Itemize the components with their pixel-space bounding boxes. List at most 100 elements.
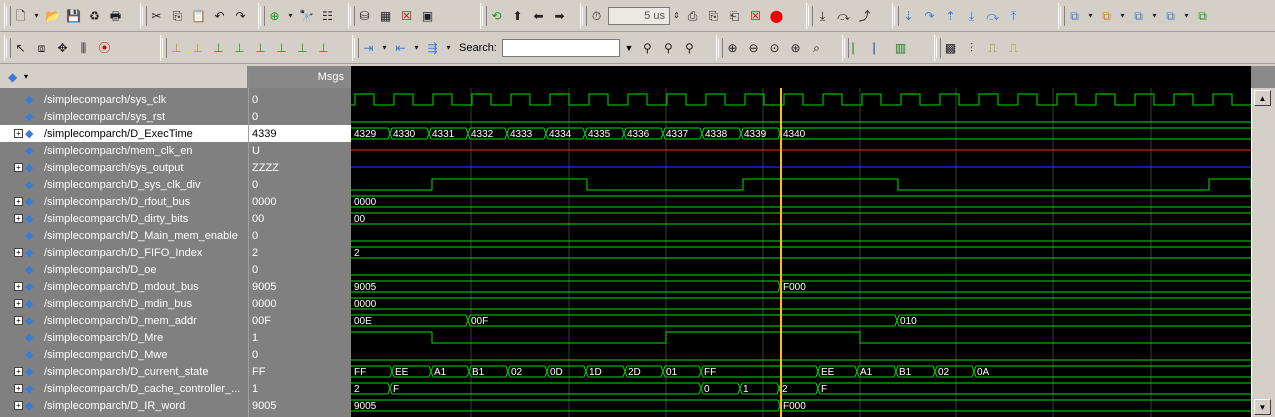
zoom-range-icon[interactable]: ⌕ [807, 38, 826, 58]
signal-row[interactable]: + ◆ /simplecomparch/D_rfout_bus [0, 193, 248, 210]
chevron-down-icon[interactable]: ▾ [412, 38, 421, 58]
signal-value-row[interactable]: 0 [249, 108, 351, 125]
expand-icon[interactable]: + [14, 197, 23, 206]
zoom-in-icon[interactable]: ⊕ [723, 38, 742, 58]
signal-row[interactable]: ◆ /simplecomparch/sys_rst [0, 108, 248, 125]
find-marker-icon[interactable]: ⇶ [423, 38, 442, 58]
signal-row[interactable]: + ◆ /simplecomparch/D_dirty_bits [0, 210, 248, 227]
cursor-icon[interactable]: ⎸ [849, 38, 868, 58]
break-run-icon[interactable]: ☒ [746, 6, 765, 26]
edge-icon[interactable]: ⊥ [293, 38, 312, 58]
chevron-down-icon[interactable]: ▾ [286, 6, 295, 26]
zoom-cursor-icon[interactable]: ⊛ [786, 38, 805, 58]
zoom-full-icon[interactable]: ⊙ [765, 38, 784, 58]
continue-icon[interactable]: ⎘ [704, 6, 723, 26]
align-icon[interactable]: ⫼ [74, 38, 93, 58]
expand-icon[interactable]: + [14, 299, 23, 308]
run-time-field[interactable]: 5 us [608, 7, 670, 25]
expand-icon[interactable]: + [14, 401, 23, 410]
step-forward-icon[interactable]: ➡ [550, 6, 569, 26]
signal-row[interactable]: + ◆ /simplecomparch/D_mem_addr [0, 312, 248, 329]
edge-icon[interactable]: ⊥ [251, 38, 270, 58]
step-icon[interactable]: ⤓ [813, 6, 832, 26]
step-over-icon[interactable]: ↷ [920, 6, 939, 26]
zoom-out-icon[interactable]: ⊖ [744, 38, 763, 58]
cursor-icon[interactable]: ▥ [891, 38, 910, 58]
signal-row[interactable]: + ◆ /simplecomparch/D_FIFO_Index [0, 244, 248, 261]
compile-all-icon[interactable]: ▦ [376, 6, 395, 26]
signal-value-row[interactable]: 1 [249, 380, 351, 397]
signal-row[interactable]: + ◆ /simplecomparch/D_current_state [0, 363, 248, 380]
layout-icon[interactable]: ⧉ [1193, 6, 1212, 26]
save-icon[interactable]: 💾 [64, 6, 83, 26]
signal-row[interactable]: ◆ /simplecomparch/D_oe [0, 261, 248, 278]
step-up-icon[interactable]: ⬆ [508, 6, 527, 26]
wave-format-icon[interactable]: ⎍ [1004, 38, 1023, 58]
step-out-icon[interactable]: ⇡ [941, 6, 960, 26]
signal-value-row[interactable]: 0 [249, 346, 351, 363]
signal-tree-icon[interactable]: ◆ [8, 70, 17, 84]
expand-icon[interactable]: + [14, 367, 23, 376]
redo-icon[interactable]: ↷ [231, 6, 250, 26]
step-over-icon[interactable]: ⤼ [834, 6, 853, 26]
search-input[interactable] [501, 39, 620, 57]
chevron-down-icon[interactable]: ▾ [1182, 6, 1191, 26]
reload-icon[interactable]: ♻ [85, 6, 104, 26]
expand-icon[interactable]: + [14, 214, 23, 223]
chevron-down-icon[interactable]: ▾ [444, 38, 453, 58]
edge-icon[interactable]: ⊥ [188, 38, 207, 58]
waveform-canvas[interactable]: 4329 4330 4331 4332 4333 4334 4335 4336 4337 4338… [351, 88, 1251, 417]
find-prev-icon[interactable]: ⇤ [391, 38, 410, 58]
layout-icon[interactable]: ⧉ [1161, 6, 1180, 26]
layout-icon[interactable]: ⧉ [1129, 6, 1148, 26]
scroll-up-icon[interactable]: ▲ [1254, 90, 1271, 106]
hierarchy-icon[interactable]: ☷ [318, 6, 337, 26]
chevron-down-icon[interactable]: ▾ [380, 38, 389, 58]
new-file-icon[interactable]: 🗋 [11, 6, 30, 26]
expand-icon[interactable]: + [14, 248, 23, 257]
format-icon[interactable]: ⫶ [962, 38, 981, 58]
find-next-icon[interactable]: ⇥ [359, 38, 378, 58]
signal-value-row[interactable]: 0 [249, 261, 351, 278]
expand-icon[interactable]: + [14, 384, 23, 393]
signal-value-row[interactable]: 0 [249, 176, 351, 193]
binoculars-icon[interactable]: ⚲ [680, 38, 699, 58]
breakpoint-icon[interactable]: ⦿ [95, 38, 114, 58]
expand-icon[interactable]: + [14, 316, 23, 325]
signal-value-row[interactable]: 0000 [249, 295, 351, 312]
edge-icon[interactable]: ⊥ [272, 38, 291, 58]
cursor-icon[interactable]: ⎸ [870, 38, 889, 58]
signal-value-row[interactable]: 0 [249, 91, 351, 108]
add-icon[interactable]: ⊕ [265, 6, 284, 26]
stop-icon[interactable]: ⬤ [767, 6, 786, 26]
compile-icon[interactable]: ⛁ [355, 6, 374, 26]
edge-icon[interactable]: ⊥ [167, 38, 186, 58]
zoom-box-icon[interactable]: ⧈ [32, 38, 51, 58]
step-out-icon[interactable]: ⤒ [1004, 6, 1023, 26]
edge-icon[interactable]: ⊥ [230, 38, 249, 58]
scroll-down-icon[interactable]: ▼ [1254, 399, 1271, 415]
chevron-down-icon[interactable]: ▾ [32, 6, 41, 26]
pan-icon[interactable]: ✥ [53, 38, 72, 58]
signal-value-row[interactable]: ZZZZ [249, 159, 351, 176]
chevron-down-icon[interactable]: ▼ [622, 39, 636, 57]
signal-value-row[interactable]: FF [249, 363, 351, 380]
run-all-icon[interactable]: ⎗ [725, 6, 744, 26]
run-icon[interactable]: ⎙ [683, 6, 702, 26]
undo-icon[interactable]: ↶ [210, 6, 229, 26]
copy-icon[interactable]: ⎘ [168, 6, 187, 26]
step-into-icon[interactable]: ⇣ [899, 6, 918, 26]
simulate-icon[interactable]: ▣ [418, 6, 437, 26]
find-icon[interactable]: 🔭 [297, 6, 316, 26]
layout-icon[interactable]: ⧉ [1097, 6, 1116, 26]
layout-icon[interactable]: ⧉ [1065, 6, 1084, 26]
open-folder-icon[interactable]: 📂 [43, 6, 62, 26]
signal-row[interactable]: + ◆ /simplecomparch/D_cache_controller_... [0, 380, 248, 397]
edge-icon[interactable]: ⊥ [314, 38, 333, 58]
pointer-icon[interactable]: ↖ [11, 38, 30, 58]
signal-row[interactable]: ◆ /simplecomparch/mem_clk_en [0, 142, 248, 159]
edge-icon[interactable]: ⊥ [209, 38, 228, 58]
signal-value-row[interactable]: 2 [249, 244, 351, 261]
signal-value-row[interactable]: 00F [249, 312, 351, 329]
signal-value-row[interactable]: U [249, 142, 351, 159]
